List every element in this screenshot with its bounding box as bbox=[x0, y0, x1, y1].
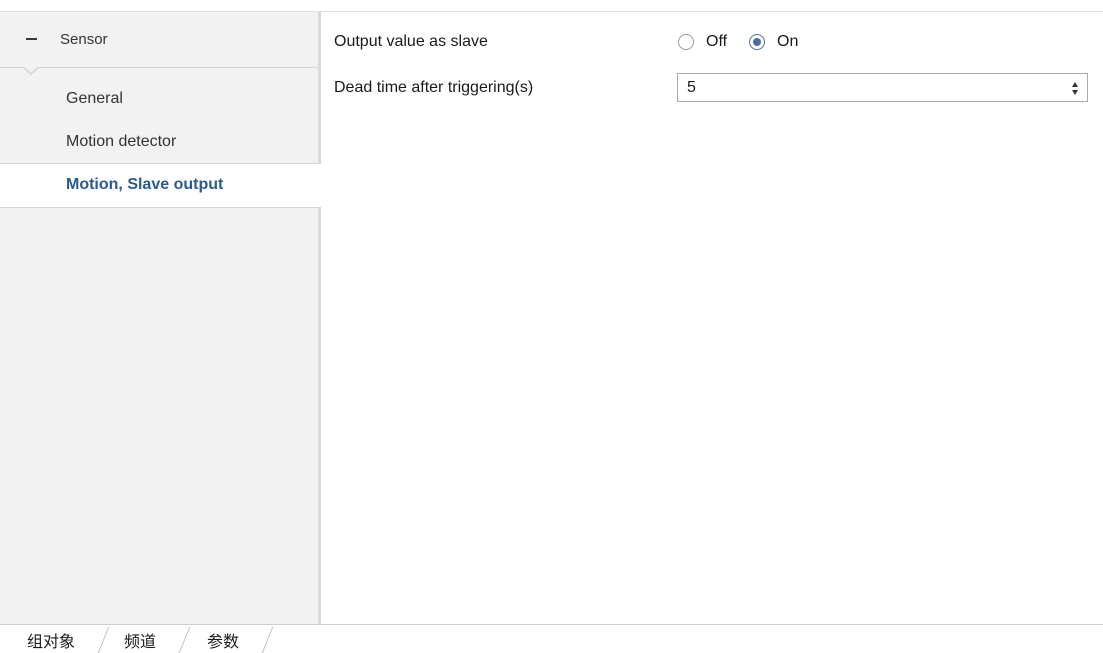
parameter-sidebar: Sensor General Motion detector Motion, S… bbox=[0, 12, 321, 624]
tab-channels[interactable]: 频道 bbox=[124, 628, 156, 652]
tab-separator bbox=[261, 627, 274, 653]
radio-selected-dot bbox=[753, 38, 761, 46]
spin-up-icon[interactable] bbox=[1072, 82, 1078, 87]
radio-off-label[interactable]: Off bbox=[706, 33, 727, 51]
bottom-tab-bar: 组对象 频道 参数 bbox=[0, 624, 1103, 653]
parameter-panel: Output value as slave Off On Dead time a… bbox=[321, 12, 1103, 624]
sidebar-item-label: Motion detector bbox=[66, 133, 177, 150]
tab-separator bbox=[178, 627, 191, 653]
output-value-as-slave-label: Output value as slave bbox=[334, 33, 488, 50]
tab-separator bbox=[97, 627, 110, 653]
tab-parameters[interactable]: 参数 bbox=[207, 628, 239, 652]
sidebar-item-motion-slave-output[interactable]: Motion, Slave output bbox=[0, 163, 321, 208]
sidebar-item-label: Motion, Slave output bbox=[66, 176, 224, 193]
dead-time-label: Dead time after triggering(s) bbox=[334, 79, 534, 96]
sidebar-group-sensor[interactable]: Sensor bbox=[0, 12, 318, 68]
minus-icon[interactable] bbox=[26, 38, 37, 40]
tab-group-objects[interactable]: 组对象 bbox=[27, 628, 75, 652]
sidebar-item-motion-detector[interactable]: Motion detector bbox=[0, 121, 318, 164]
radio-on[interactable] bbox=[749, 34, 765, 50]
spin-down-icon[interactable] bbox=[1072, 90, 1078, 95]
radio-off[interactable] bbox=[678, 34, 694, 50]
sidebar-group-label: Sensor bbox=[60, 31, 108, 48]
dead-time-value[interactable]: 5 bbox=[687, 79, 696, 97]
sidebar-item-general[interactable]: General bbox=[0, 78, 318, 121]
dead-time-spinbox[interactable]: 5 bbox=[677, 73, 1088, 102]
radio-on-label[interactable]: On bbox=[777, 33, 798, 51]
sidebar-item-label: General bbox=[66, 90, 123, 107]
